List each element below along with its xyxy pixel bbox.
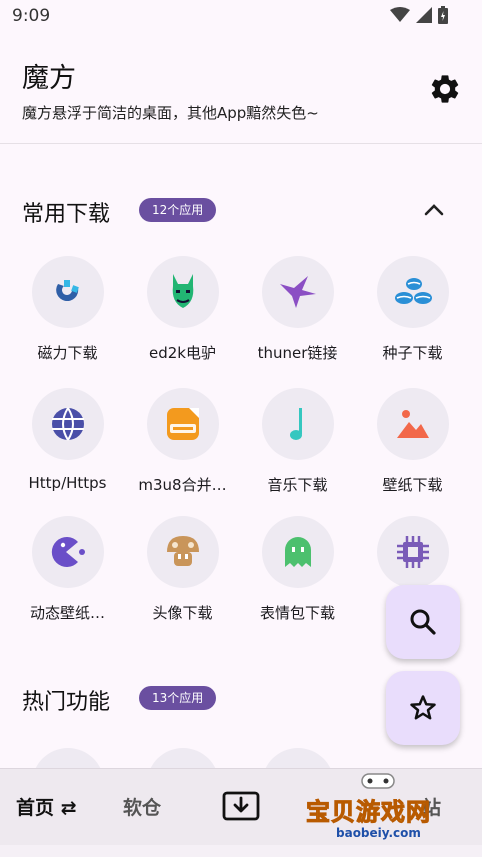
page-subtitle: 魔方悬浮于简洁的桌面，其他App黯然失色~	[22, 104, 319, 122]
app-label: 壁纸下载	[382, 476, 443, 494]
app-label: m3u8合并…	[138, 476, 227, 494]
app-label: 动态壁纸…	[29, 604, 105, 622]
mushroom-icon	[166, 536, 199, 566]
app-icon-circle	[31, 388, 104, 460]
app-item-music[interactable]: 音乐下载	[240, 388, 355, 495]
app-icon-circle	[261, 256, 334, 328]
app-label: ed2k电驴	[149, 344, 216, 362]
gamepad-icon	[361, 773, 395, 789]
m3u8-icon	[166, 408, 199, 440]
chevron-up-icon[interactable]	[420, 198, 448, 222]
nav-home[interactable]: 首页 ⇄	[16, 793, 77, 820]
page-title: 魔方	[22, 63, 76, 94]
status-icons	[390, 6, 448, 24]
pacman-icon	[51, 537, 85, 567]
app-item-m3u8[interactable]: m3u8合并…	[125, 388, 240, 495]
app-item-live-wallpaper[interactable]: 动态壁纸…	[10, 516, 125, 623]
image-icon	[396, 410, 429, 438]
nav-store[interactable]: 软仓	[123, 793, 161, 820]
app-icon-circle	[376, 256, 449, 328]
hummingbird-icon	[279, 276, 316, 308]
app-item-magnet[interactable]: 磁力下载	[10, 256, 125, 363]
app-label: Http/Https	[28, 474, 107, 492]
ghost-icon	[284, 537, 311, 567]
app-icon-circle	[31, 516, 104, 588]
watermark-url: baobeiy.com	[336, 826, 421, 840]
app-icon-circle	[146, 388, 219, 460]
app-header: 魔方 魔方悬浮于简洁的桌面，其他App黯然失色~	[0, 40, 482, 144]
app-item-wallpaper[interactable]: 壁纸下载	[355, 388, 470, 495]
signal-icon	[416, 7, 432, 23]
status-time: 9:09	[12, 6, 51, 26]
chip-icon	[396, 536, 429, 568]
app-item-sticker[interactable]: 表情包下载	[240, 516, 355, 623]
app-icon-circle	[146, 256, 219, 328]
gesture-bar	[0, 845, 482, 857]
favorite-fab[interactable]	[386, 671, 460, 745]
app-label: 种子下载	[382, 344, 443, 362]
app-item-thunder[interactable]: thuner链接	[240, 256, 355, 363]
app-icon-circle	[376, 516, 449, 588]
search-fab[interactable]	[386, 585, 460, 659]
music-note-icon	[289, 408, 302, 440]
app-label: thuner链接	[257, 344, 338, 362]
star-icon	[410, 695, 436, 720]
app-icon-circle	[146, 516, 219, 588]
wifi-icon	[390, 7, 410, 22]
seeds-icon	[394, 278, 432, 304]
search-icon	[410, 609, 436, 635]
magnet-icon	[55, 280, 79, 302]
header-divider	[0, 143, 482, 144]
app-icon-circle	[376, 388, 449, 460]
app-label: 表情包下载	[259, 604, 335, 622]
app-item-ed2k[interactable]: ed2k电驴	[125, 256, 240, 363]
app-icon-circle	[261, 388, 334, 460]
app-count-badge: 13个应用	[139, 686, 217, 710]
section-title-hot: 热门功能	[22, 690, 111, 715]
app-count-badge: 12个应用	[139, 198, 217, 222]
app-label: 音乐下载	[267, 476, 328, 494]
download-icon[interactable]	[222, 791, 260, 821]
globe-icon	[51, 407, 84, 441]
watermark-text: 宝贝游戏网	[306, 798, 431, 827]
app-item-http[interactable]: Http/Https	[10, 388, 125, 492]
donkey-icon	[172, 274, 193, 308]
gear-icon[interactable]	[428, 72, 462, 106]
app-label: 磁力下载	[37, 344, 98, 362]
section-title-common: 常用下载	[22, 202, 111, 227]
app-icon-circle	[261, 516, 334, 588]
app-item-seeds[interactable]: 种子下载	[355, 256, 470, 363]
battery-icon	[438, 6, 448, 24]
app-icon-circle	[31, 256, 104, 328]
app-label: 头像下载	[152, 604, 213, 622]
status-bar: 9:09	[0, 0, 482, 34]
site-watermark: 宝贝游戏网 baobeiy.com	[306, 770, 456, 850]
app-item-avatar[interactable]: 头像下载	[125, 516, 240, 623]
